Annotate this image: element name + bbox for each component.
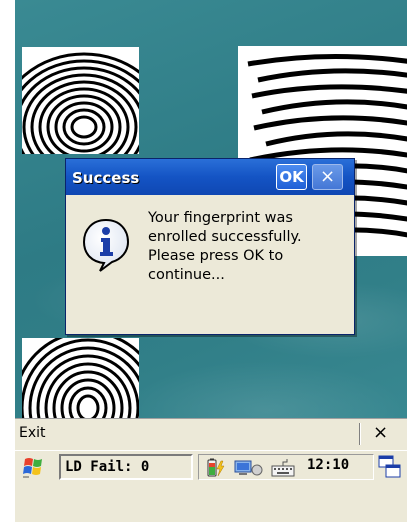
fingerprint-image-top-left (22, 47, 139, 154)
info-icon (80, 217, 132, 277)
message-line: Please press OK to (148, 248, 284, 264)
dialog-message: Your fingerprint was enrolled successful… (148, 209, 348, 285)
desktop-background: Success OK × Your fingerprint was enroll… (15, 0, 407, 447)
message-line: continue... (148, 267, 225, 283)
keyboard-icon[interactable] (271, 458, 297, 482)
battery-icon[interactable] (205, 458, 227, 482)
ok-button[interactable]: OK (276, 164, 307, 190)
message-line: enrolled successfully. (148, 229, 302, 245)
command-bar: Exit × (15, 418, 407, 450)
command-bar-separator (359, 423, 361, 445)
windows-flag-icon[interactable] (19, 451, 51, 483)
success-dialog: Success OK × Your fingerprint was enroll… (65, 158, 355, 335)
dialog-close-button[interactable]: × (312, 164, 343, 190)
network-icon[interactable] (233, 458, 263, 482)
system-tray: 12:10 (198, 454, 374, 480)
message-line: Your fingerprint was (148, 210, 293, 226)
device-screen: Success OK × Your fingerprint was enroll… (15, 0, 407, 522)
clock[interactable]: 12:10 (307, 457, 349, 473)
task-status-button[interactable]: LD Fail: 0 (59, 454, 193, 480)
taskbar: LD Fail: 0 12:10 (15, 450, 407, 522)
dialog-titlebar: Success OK × (66, 159, 354, 195)
exit-button[interactable]: Exit (19, 425, 46, 441)
window-switch-icon[interactable] (378, 455, 402, 483)
app-close-button[interactable]: × (373, 422, 388, 443)
dialog-title: Success (72, 169, 140, 187)
